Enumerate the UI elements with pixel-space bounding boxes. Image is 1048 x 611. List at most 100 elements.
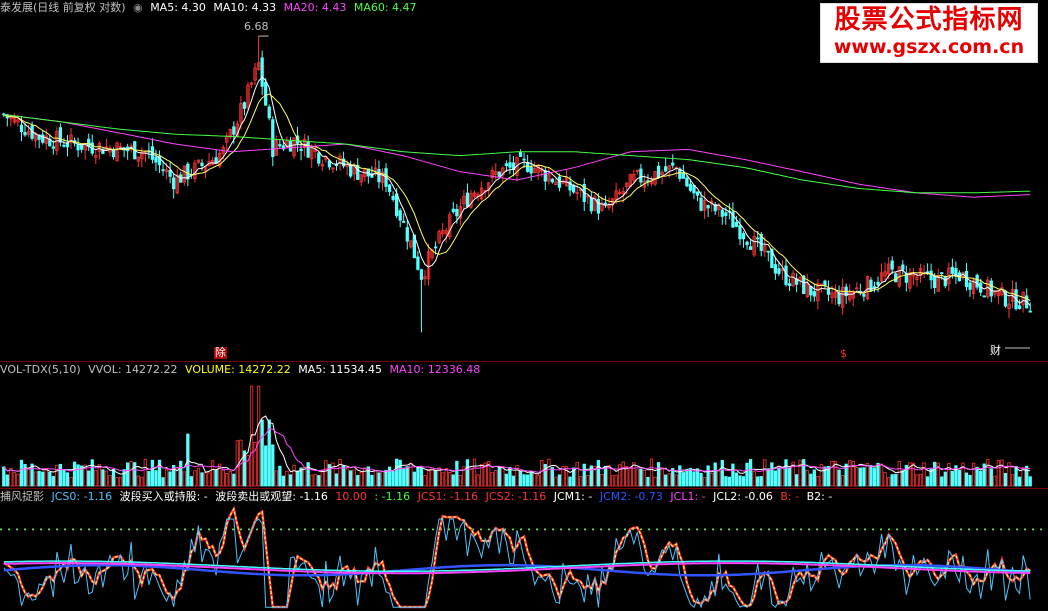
volume-bar [635,469,639,487]
candle-body [664,166,668,172]
volume-bar [455,460,459,487]
volume-bar [667,473,671,487]
volume-bar [692,471,696,487]
volume-bar [433,470,438,487]
volume-bar [465,459,470,487]
volume-bar [979,470,983,487]
volume-bar [773,470,778,487]
volume-bar [281,475,286,487]
volume-bar [324,460,328,487]
volume-bar [957,469,962,487]
candle-body [929,270,933,281]
volume-bar [724,476,728,487]
volume-bar [26,468,31,487]
volume-bar [214,469,218,487]
volume-bar [338,458,342,487]
volume-chart[interactable] [0,362,1048,488]
candle-body [1028,310,1032,313]
volume-bar [575,462,579,487]
volume-bar [812,469,816,487]
volume-bar [359,472,363,487]
volume-bar [554,476,558,487]
volume-bar [33,471,38,487]
candle-body [724,212,728,216]
indicator-pane: 捕风捉影 JCS0: -1.16 波段买入或持股: - 波段卖出或观望: -1.… [0,489,1048,611]
ex-rights-marker[interactable]: 除 [214,347,227,359]
volume-bar [58,463,63,487]
volume-bar [16,473,20,487]
dividend-marker[interactable]: $ [840,348,847,360]
volume-bar [69,476,73,487]
candle-body [720,209,724,217]
candle-body [826,288,831,295]
volume-bar [986,459,990,487]
site-watermark-logo: 股票公式指标网 www.gszx.com.cn [820,3,1038,63]
candle-body [639,168,643,183]
volume-bar [260,419,264,487]
candle-body [989,280,993,297]
candle-body [734,221,739,227]
candle-body [975,274,979,288]
volume-bar [1014,465,1018,487]
volume-bar [504,473,509,487]
volume-bar [621,461,625,487]
candle-body [529,167,533,174]
volume-bar [501,466,505,487]
volume-bar [373,470,378,487]
volume-bar [511,475,516,487]
candle-body [943,276,947,287]
volume-bar [1003,472,1008,487]
volume-bar [720,459,724,487]
volume-bar [402,467,406,487]
volume-bar [671,468,675,487]
volume-bar [780,466,785,487]
candle-body [699,197,703,211]
volume-bar [122,469,126,487]
volume-bar [557,474,562,487]
volume-bar [101,469,105,487]
ma5-line [3,76,1031,307]
volume-bar [660,467,664,487]
volume-bar [922,462,926,487]
candle-body [982,295,986,298]
volume-bar [816,475,820,487]
finance-marker[interactable]: 财 [990,345,1001,357]
volume-bar [610,475,615,487]
volume-bar [352,469,356,487]
volume-bar [210,460,215,487]
volume-bar [1028,476,1032,487]
volume-bar [143,458,147,487]
candle-body [706,205,710,209]
volume-bar [310,474,314,487]
candle-body [685,177,689,187]
candle-body [596,198,601,214]
volume-bar [837,469,841,487]
candle-body [954,268,958,275]
candle-body [455,208,459,217]
volume-bar [494,470,498,487]
candle-body [741,233,746,240]
volume-bar [933,461,937,487]
volume-bar [639,468,643,487]
volume-bar [55,464,59,487]
candle-body [787,283,792,286]
volume-bar [136,475,140,487]
candle-body [398,210,402,221]
jcs2-line [3,507,1031,608]
candle-body [299,148,303,151]
volume-bar [915,474,919,487]
candle-body [557,176,562,188]
indicator-chart[interactable] [0,489,1048,611]
volume-bar [430,467,434,487]
volume-bar [879,463,884,487]
volume-bar [419,468,424,487]
candle-body [738,225,742,240]
volume-bar [748,459,753,487]
candle-body [745,241,749,246]
volume-bar [90,459,94,487]
volume-bar [738,475,742,487]
candle-body [19,124,24,133]
volume-bar [48,471,52,487]
volume-bar [426,469,431,487]
volume-bar [943,471,947,487]
